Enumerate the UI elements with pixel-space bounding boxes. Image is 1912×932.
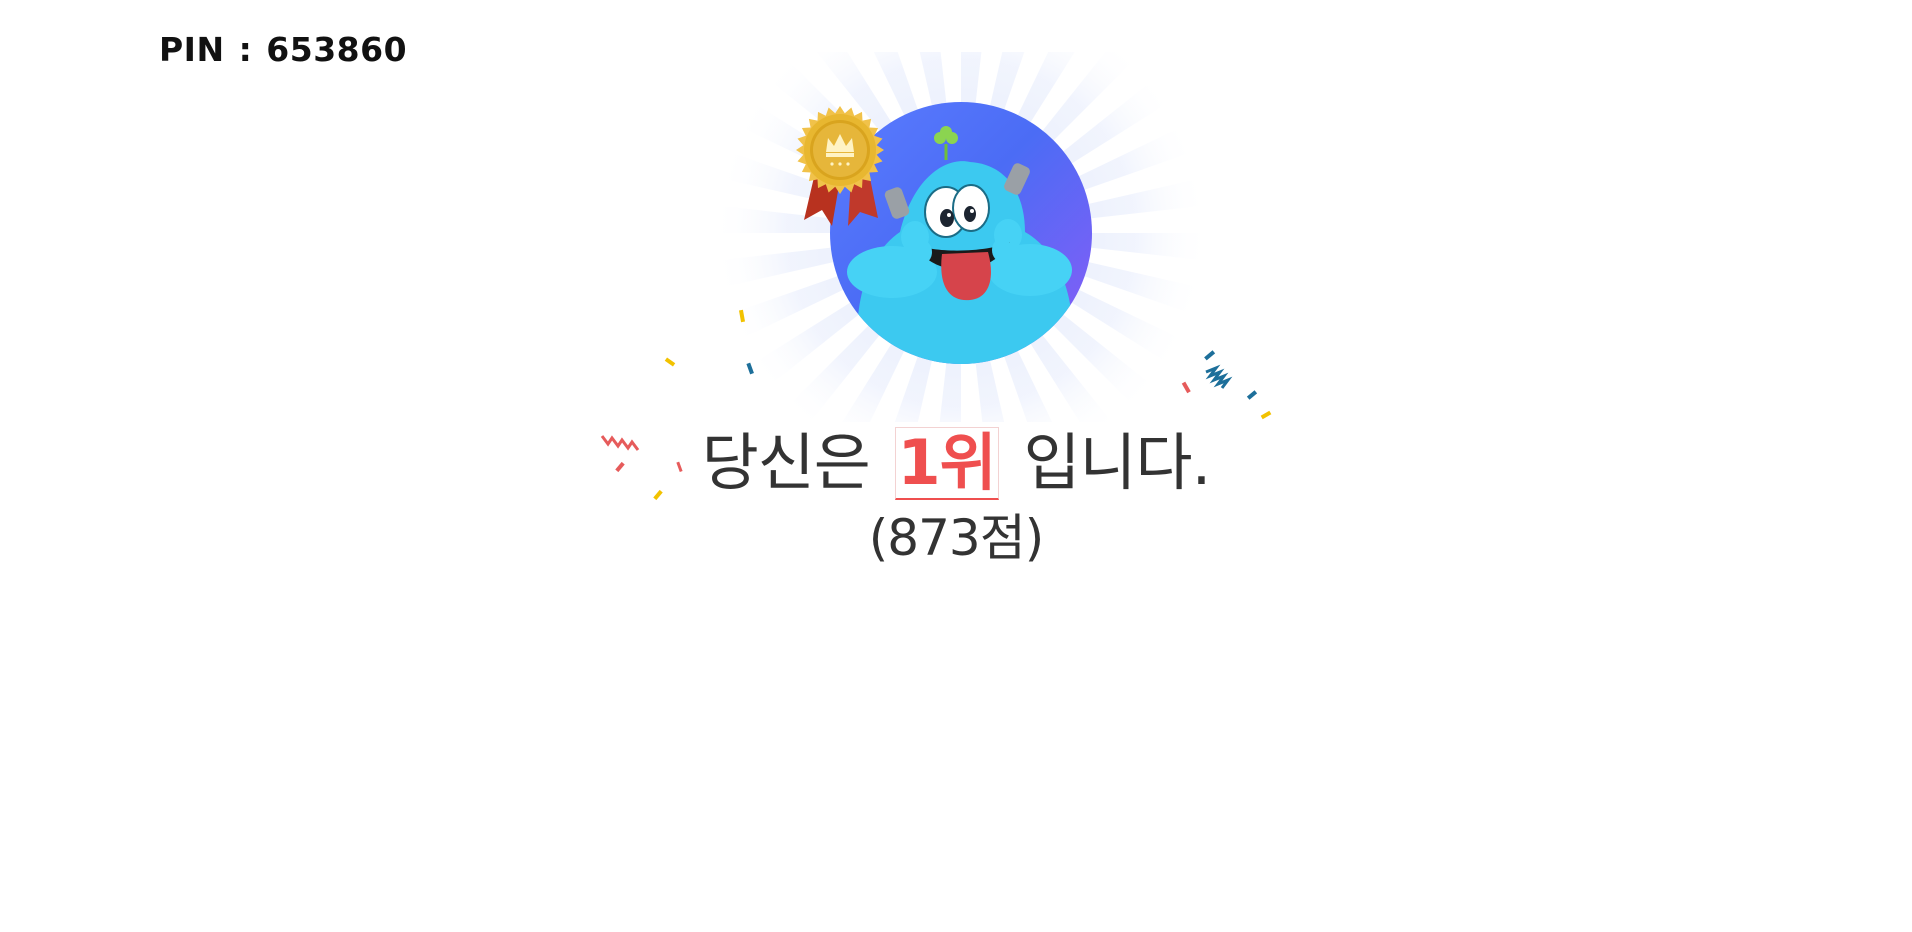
headline-suffix: 입니다. <box>1023 426 1211 499</box>
rank-value: 1위 <box>894 427 999 500</box>
result-headline: 당신은 1위 입니다. <box>0 412 1912 502</box>
headline-prefix: 당신은 <box>701 426 871 499</box>
score-display: (873점) <box>868 509 1044 567</box>
